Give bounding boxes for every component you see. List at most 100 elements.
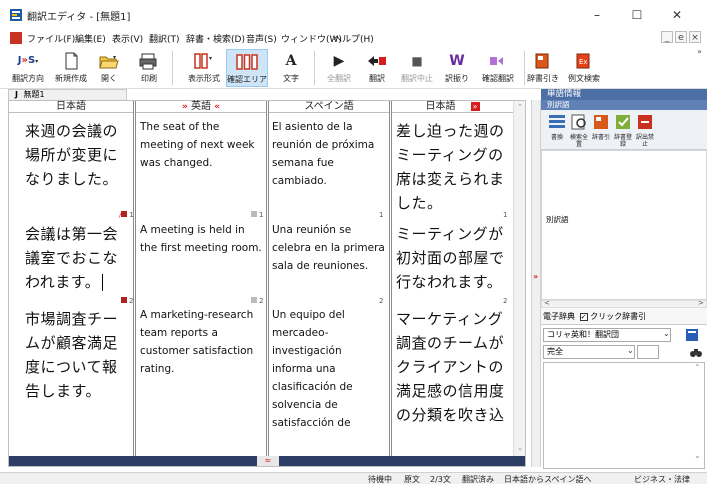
english-sentence-3[interactable]: A marketing-research team reports a cust… (140, 306, 262, 400)
translation-direction-button[interactable]: J»S▾ 翻訳方向 (8, 49, 48, 87)
dictionary-select[interactable]: コリャ英和！翻訳団 (543, 328, 671, 342)
dictionary-book-icon[interactable] (685, 328, 699, 342)
editor-bottom-bar[interactable]: ≈ (9, 456, 525, 466)
toolbar-separator (524, 51, 525, 85)
dictionary-select-chevron-down-icon[interactable]: ⌄ (663, 329, 670, 338)
source-sentence-1[interactable]: 来週の会議の場所が変更になりました。 (25, 119, 131, 195)
editor-vertical-scrollbar[interactable]: ⌃ ⌄ (513, 101, 525, 456)
translate-button[interactable]: 翻訳 (360, 49, 394, 87)
open-folder-icon: ▾ (99, 54, 119, 69)
check-translation-button[interactable]: 確認翻訳 (478, 49, 518, 87)
binoculars-icon[interactable] (689, 347, 703, 359)
stop-translation-button[interactable]: ■ 翻訳中止 (398, 49, 436, 87)
dictionary-result-area[interactable]: ⌃ ⌄ (543, 362, 705, 469)
toolbar-separator (172, 51, 173, 85)
result-scroll-down-icon[interactable]: ⌄ (694, 451, 701, 460)
document-icon[interactable] (10, 32, 22, 44)
close-icon[interactable]: ✕ (662, 6, 692, 24)
translation-direction-icon: J»S▾ (17, 55, 39, 66)
interlinear-icon: W (449, 53, 465, 69)
source-sentence-2[interactable]: 会議は第一会議室でおこなわれます。 (25, 222, 131, 298)
document-tab-label: 無題1 (23, 90, 45, 99)
status-domain: ビジネス・法律 (634, 475, 690, 484)
status-direction: 日本語からスペイン語へ (504, 475, 592, 484)
column-divider[interactable] (266, 101, 269, 456)
display-format-button[interactable]: ▾ 表示形式 (184, 49, 224, 87)
translate-all-icon: ▶ (333, 53, 345, 69)
translation-editor: 日本語 » 英語 « スペイン語 日本語 » 来週の会議の場所が変更になりました… (8, 100, 526, 467)
menu-view[interactable]: 表示(V) (112, 32, 143, 45)
pane-splitter[interactable]: » (531, 100, 541, 467)
maximize-icon[interactable]: ☐ (622, 6, 652, 24)
spanish-sentence-1[interactable]: El asiento de la reunión de próxima sema… (272, 118, 385, 194)
mdi-restore-icon[interactable]: ｅ (675, 31, 687, 43)
match-mode-chevron-down-icon[interactable]: ⌄ (627, 346, 634, 355)
confirmation-area-icon (236, 54, 258, 70)
electronic-dictionary-bar: 電子辞典 ✓ クリック辞書引 (541, 308, 707, 325)
toolbar-overflow-icon[interactable]: » (697, 47, 702, 56)
status-bar: 待機中 原文 2/3文 翻訳済み 日本語からスペイン語へ ビジネス・法律 (0, 472, 707, 484)
source-sentence-3[interactable]: 市場調査チームが顧客満足度について報告します。 (25, 307, 131, 407)
menu-help[interactable]: ヘルプ(H) (333, 32, 374, 45)
svg-text:▾: ▾ (113, 54, 116, 61)
dictionary-register-icon[interactable] (613, 113, 633, 131)
sentence-marker: 2 (251, 297, 263, 305)
menu-edit[interactable]: 編集(E) (75, 32, 106, 45)
menu-voice[interactable]: 音声(S) (246, 32, 277, 45)
menu-bar: ファイル(F) 編集(E) 表示(V) 翻訳(T) 辞書・検索(D) 音声(S)… (0, 30, 707, 47)
app-icon (10, 9, 22, 21)
rewrite-icon[interactable] (547, 113, 567, 131)
alt-translation-list[interactable] (541, 150, 707, 300)
confirmation-area-button[interactable]: 確認エリア (226, 49, 268, 87)
status-translation-state: 翻訳済み (462, 475, 494, 484)
column-header-japanese-back: 日本語 » (392, 101, 513, 113)
back-translation-2[interactable]: ミーティングが初対面の部屋で行なわれます。 (396, 222, 508, 298)
open-button[interactable]: ▾ 開く (92, 49, 126, 87)
font-button[interactable]: A 文字 (274, 49, 308, 87)
back-translation-1[interactable]: 差し迫った週のミーティングの席は変えられました。 (396, 119, 508, 217)
stop-translation-icon: ■ (411, 54, 423, 68)
back-translation-3[interactable]: マーケティング調査のチームがクライアントの満足感の信用度の分類を吹き込 (396, 307, 508, 429)
search-term-input[interactable] (637, 345, 659, 359)
column-toggle-icon[interactable]: » (470, 102, 480, 111)
word-info-toolbar: 書換 検索全置 辞書引 辞書登録 訳出禁止 (541, 110, 707, 150)
sentence-marker: 1 (251, 211, 263, 219)
new-document-button[interactable]: 新規作成 (54, 49, 88, 87)
scroll-down-icon[interactable]: ⌄ (514, 442, 526, 454)
expand-arrow-icon[interactable]: » (533, 272, 538, 281)
mdi-close-icon[interactable]: × (689, 31, 701, 43)
document-tab[interactable]: J 無題1 (8, 89, 127, 100)
search-replace-icon[interactable] (569, 113, 589, 131)
scroll-right-icon[interactable]: > (698, 299, 704, 307)
result-scroll-up-icon[interactable]: ⌃ (694, 363, 701, 372)
click-lookup-checkbox[interactable]: ✓ (579, 312, 588, 321)
sentence-marker: 1 (379, 211, 384, 219)
minimize-icon[interactable]: – (582, 6, 612, 24)
scroll-up-icon[interactable]: ⌃ (514, 101, 526, 113)
print-button[interactable]: 印刷 (132, 49, 166, 87)
column-divider[interactable] (389, 101, 392, 456)
menu-translate[interactable]: 翻訳(T) (149, 32, 180, 45)
match-mode-select[interactable]: 完全 (543, 345, 635, 359)
spanish-sentence-3[interactable]: Un equipo del mercadeo-investigación inf… (272, 306, 385, 436)
scroll-left-icon[interactable]: < (544, 299, 550, 307)
spanish-sentence-2[interactable]: Una reunión se celebra en la primera sal… (272, 221, 385, 297)
mdi-minimize-icon[interactable]: _ (661, 31, 673, 43)
translate-all-button[interactable]: ▶ 全翻訳 (322, 49, 356, 87)
interlinear-button[interactable]: W 訳振り (440, 49, 474, 87)
english-sentence-2[interactable]: A meeting is held in the first meeting r… (140, 221, 262, 281)
column-divider[interactable] (133, 101, 136, 456)
pane-toggle-button[interactable]: ≈ (257, 456, 279, 466)
document-tab-prefix: J (15, 90, 18, 99)
display-format-icon: ▾ (194, 53, 212, 69)
alt-list-scrollbar[interactable]: < > (541, 299, 707, 308)
app-window: 翻訳エディタ - [無題1] – ☐ ✕ ファイル(F) 編集(E) 表示(V)… (0, 0, 707, 484)
menu-dictionary-search[interactable]: 辞書・検索(D) (186, 32, 245, 45)
example-search-button[interactable]: Ex 例文検索 (564, 49, 604, 87)
menu-file[interactable]: ファイル(F) (27, 32, 75, 45)
prohibit-translation-icon[interactable] (635, 113, 655, 131)
english-sentence-1[interactable]: The seat of the meeting of next week was… (140, 118, 262, 194)
dictionary-icon[interactable] (591, 113, 611, 131)
dictionary-lookup-button[interactable]: 辞書引き (526, 49, 560, 87)
word-info-panel: 単語情報 別訳語 書換 検索全置 辞書引 辞書登録 訳出禁止 別訳語 < > 電… (541, 89, 707, 472)
